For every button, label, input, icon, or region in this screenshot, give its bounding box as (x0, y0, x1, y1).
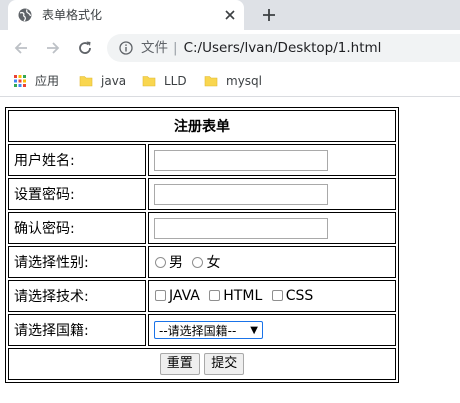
radio-label: 女 (206, 255, 221, 271)
bookmark-label: 应用 (35, 74, 60, 88)
tab-title: 表单格式化 (42, 8, 103, 22)
checkbox[interactable] (271, 290, 283, 301)
checkbox-label: JAVA (169, 288, 200, 304)
button-row: 重置 提交 (8, 348, 396, 380)
forward-arrow-icon[interactable] (45, 40, 61, 56)
confirm-password-input[interactable] (154, 217, 328, 239)
browser-toolbar: 文件 | C:/Users/lvan/Desktop/1.html (0, 30, 460, 66)
back-arrow-icon[interactable] (13, 40, 29, 56)
tech-option-html[interactable]: HTML (208, 288, 262, 304)
username-cell (148, 144, 396, 176)
bookmark-mysql[interactable]: mysql (204, 72, 262, 90)
bookmark-label: mysql (226, 74, 262, 88)
submit-button[interactable]: 提交 (204, 353, 245, 375)
username-label: 用户姓名: (8, 144, 146, 176)
tab-strip: 表单格式化 (0, 0, 460, 30)
folder-icon (204, 75, 218, 86)
radio-button[interactable] (192, 257, 204, 268)
radio-button[interactable] (155, 257, 166, 268)
gender-label: 请选择性别: (8, 246, 146, 278)
password-label: 设置密码: (8, 178, 146, 210)
browser-tab[interactable]: 表单格式化 (8, 0, 244, 30)
username-input[interactable] (154, 149, 328, 171)
checkbox-label: HTML (223, 288, 263, 304)
tech-option-css[interactable]: CSS (271, 288, 314, 304)
password-input[interactable] (154, 183, 328, 205)
bookmark-label: LLD (164, 74, 187, 88)
tech-option-java[interactable]: JAVA (154, 288, 200, 304)
address-bar[interactable]: 文件 | C:/Users/lvan/Desktop/1.html (107, 34, 460, 62)
nationality-select[interactable]: --请选择国籍-- ▼ (154, 321, 263, 339)
new-tab-icon[interactable] (261, 7, 277, 23)
close-icon[interactable] (224, 9, 236, 21)
gender-options: 男 女 (148, 246, 396, 278)
form-title: 注册表单 (8, 110, 396, 142)
checkbox[interactable] (155, 290, 166, 301)
password-cell (148, 178, 396, 210)
address-scheme: 文件 (141, 40, 168, 56)
registration-form: 注册表单 用户姓名: 设置密码: 确认密码: 请选择性别: 男 女 请选择技术:… (5, 107, 399, 383)
tech-label: 请选择技术: (8, 280, 146, 312)
apps-grid-icon (14, 74, 26, 87)
bookmark-label: java (101, 74, 127, 88)
nationality-cell: --请选择国籍-- ▼ (148, 314, 396, 346)
reset-button[interactable]: 重置 (159, 353, 200, 375)
info-icon[interactable] (119, 41, 133, 55)
reload-icon[interactable] (77, 40, 93, 56)
address-url: C:/Users/lvan/Desktop/1.html (183, 40, 382, 56)
dropdown-arrow-icon: ▼ (250, 325, 258, 336)
confirm-password-label: 确认密码: (8, 212, 146, 244)
bookmark-lld[interactable]: LLD (142, 72, 187, 90)
radio-label: 男 (169, 255, 183, 271)
bookmark-apps[interactable]: 应用 (13, 72, 59, 90)
page-content: 注册表单 用户姓名: 设置密码: 确认密码: 请选择性别: 男 女 请选择技术:… (0, 97, 460, 403)
bookmark-java[interactable]: java (79, 72, 126, 90)
gender-option-female[interactable]: 女 (191, 252, 220, 272)
confirm-password-cell (148, 212, 396, 244)
gender-option-male[interactable]: 男 (154, 252, 183, 272)
checkbox[interactable] (209, 290, 221, 301)
bookmarks-bar: 应用 java LLD mysql (0, 66, 460, 97)
nationality-label: 请选择国籍: (8, 314, 146, 346)
address-text: 文件 | C:/Users/lvan/Desktop/1.html (141, 39, 381, 57)
checkbox-label: CSS (285, 288, 314, 304)
address-separator: | (173, 40, 178, 56)
tech-options: JAVA HTML CSS (148, 280, 396, 312)
select-value: --请选择国籍-- (159, 324, 237, 338)
globe-icon (18, 8, 32, 22)
folder-icon (79, 75, 93, 86)
folder-icon (142, 75, 156, 86)
